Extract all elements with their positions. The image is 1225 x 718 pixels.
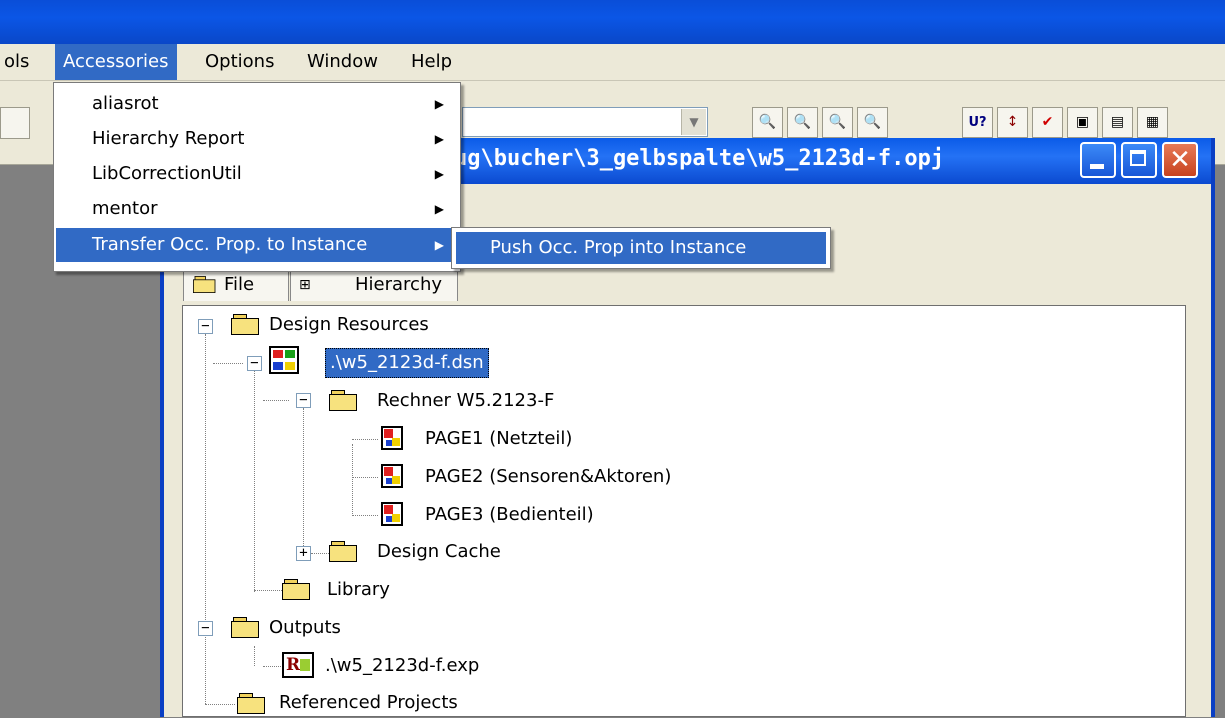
menu-item-label: Push Occ. Prop into Instance: [490, 237, 747, 258]
collapse-outputs[interactable]: −: [198, 621, 213, 636]
tree-item-exp-file[interactable]: .\w5_2123d-f.exp: [325, 651, 479, 681]
tree-item-design-resources[interactable]: Design Resources: [269, 310, 429, 340]
tab-hierarchy-label: Hierarchy: [355, 274, 443, 295]
tree-item-page3[interactable]: PAGE3 (Bedienteil): [425, 500, 594, 530]
menu-item-label: LibCorrectionUtil: [92, 163, 242, 184]
menu-bar: ols Accessories Options Window Help: [0, 44, 1225, 81]
menu-item-label: mentor: [92, 198, 158, 219]
report-file-icon: R: [282, 652, 314, 678]
tree-item-design-cache[interactable]: Design Cache: [377, 537, 501, 567]
project-window-title: ug\bucher\3_gelbspalte\w5_2123d-f.opj: [454, 146, 945, 171]
annotate-icon[interactable]: ↕: [997, 107, 1028, 138]
project-tree: − Design Resources − .\w5_2123d-f.dsn − …: [182, 305, 1186, 717]
tree-item-library[interactable]: Library: [327, 575, 390, 605]
folder-icon: [231, 617, 261, 639]
application-title-bar: [0, 0, 1225, 44]
folder-icon: [193, 276, 217, 294]
zoom-all-icon[interactable]: 🔍: [857, 107, 888, 138]
transfer-submenu: Push Occ. Prop into Instance: [451, 227, 831, 269]
maximize-icon: [1130, 150, 1146, 166]
menu-tools[interactable]: ols: [0, 44, 37, 80]
minimize-button[interactable]: [1080, 142, 1116, 178]
drc-icon[interactable]: ✔: [1032, 107, 1063, 138]
schematic-page-icon: [381, 502, 403, 526]
cross-reference-icon[interactable]: ▣: [1067, 107, 1098, 138]
folder-icon: [237, 693, 267, 715]
bill-of-materials-icon[interactable]: ▤: [1102, 107, 1133, 138]
folder-icon: [329, 541, 359, 563]
close-button[interactable]: ✕: [1162, 142, 1198, 178]
menu-item-label: aliasrot: [92, 93, 159, 114]
submenu-arrow-icon: ▶: [434, 97, 444, 111]
menu-help[interactable]: Help: [403, 44, 460, 80]
tree-item-dsn-file[interactable]: .\w5_2123d-f.dsn: [325, 348, 489, 378]
chevron-down-icon[interactable]: ▼: [681, 109, 706, 135]
zoom-in-icon[interactable]: 🔍: [752, 107, 783, 138]
menu-item-libcorrectionutil[interactable]: LibCorrectionUtil ▶: [56, 157, 458, 191]
menu-item-transfer-occ-prop[interactable]: Transfer Occ. Prop. to Instance ▶: [56, 228, 458, 262]
menu-window[interactable]: Window: [299, 44, 386, 80]
schematic-page-icon: [381, 426, 403, 450]
folder-icon: [231, 314, 261, 336]
menu-item-mentor[interactable]: mentor ▶: [56, 192, 458, 226]
netlist-icon[interactable]: ▦: [1137, 107, 1168, 138]
tab-file-label: File: [224, 274, 255, 295]
collapse-design-resources[interactable]: −: [198, 319, 213, 334]
menu-item-aliasrot[interactable]: aliasrot ▶: [56, 87, 458, 121]
schematic-folder-icon: [329, 390, 359, 412]
menu-accessories[interactable]: Accessories: [55, 44, 177, 80]
design-file-icon: [269, 346, 299, 374]
submenu-arrow-icon: ▶: [434, 167, 444, 181]
menu-item-push-occ-prop[interactable]: Push Occ. Prop into Instance: [456, 232, 826, 264]
part-reference-icon[interactable]: U?: [962, 107, 993, 138]
menu-options[interactable]: Options: [197, 44, 282, 80]
submenu-arrow-icon: ▶: [434, 132, 444, 146]
collapse-dsn[interactable]: −: [247, 356, 262, 371]
hierarchy-icon: ⊞: [299, 277, 311, 293]
minimize-icon: [1090, 164, 1104, 169]
zoom-area-icon[interactable]: 🔍: [822, 107, 853, 138]
tree-item-schematic[interactable]: Rechner W5.2123-F: [377, 386, 554, 416]
collapse-schematic[interactable]: −: [296, 393, 311, 408]
expand-design-cache[interactable]: +: [296, 546, 311, 561]
tab-hierarchy[interactable]: ⊞ Hierarchy: [290, 267, 458, 301]
toolbar-partial-icon[interactable]: [0, 107, 30, 139]
tab-file[interactable]: File: [183, 267, 289, 301]
toolbar-combo-box[interactable]: ▼: [462, 107, 708, 137]
menu-item-label: Hierarchy Report: [92, 128, 245, 149]
zoom-out-icon[interactable]: 🔍: [787, 107, 818, 138]
submenu-arrow-icon: ▶: [434, 202, 444, 216]
folder-icon: [282, 579, 312, 601]
menu-item-label: Transfer Occ. Prop. to Instance: [92, 234, 368, 255]
schematic-page-icon: [381, 464, 403, 488]
close-icon: ✕: [1169, 145, 1191, 175]
tree-item-outputs[interactable]: Outputs: [269, 613, 341, 643]
tree-item-page1[interactable]: PAGE1 (Netzteil): [425, 424, 572, 454]
submenu-arrow-icon: ▶: [434, 238, 444, 252]
maximize-button[interactable]: [1121, 142, 1157, 178]
menu-item-hierarchy-report[interactable]: Hierarchy Report ▶: [56, 122, 458, 156]
accessories-menu: aliasrot ▶ Hierarchy Report ▶ LibCorrect…: [53, 82, 461, 272]
tree-item-page2[interactable]: PAGE2 (Sensoren&Aktoren): [425, 462, 671, 492]
tree-item-referenced-projects[interactable]: Referenced Projects: [279, 688, 458, 718]
